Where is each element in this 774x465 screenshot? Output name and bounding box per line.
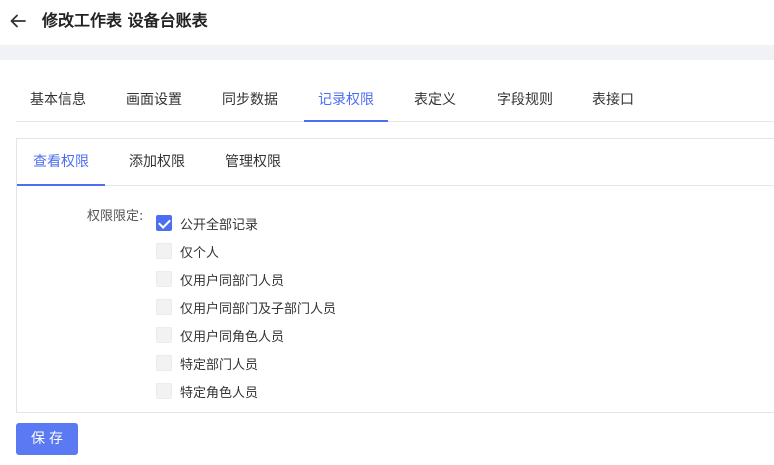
- option-label: 特定角色人员: [180, 385, 259, 401]
- tab-record-permissions[interactable]: 记录权限: [304, 80, 388, 122]
- tab-field-rules[interactable]: 字段规则: [483, 80, 567, 122]
- option-department-and-sub[interactable]: 仅用户同部门及子部门人员: [156, 298, 337, 317]
- option-label: 仅用户同部门人员: [180, 273, 285, 289]
- header-divider-band: [0, 45, 774, 60]
- checkbox[interactable]: [156, 299, 172, 315]
- option-label: 仅个人: [180, 245, 220, 261]
- checkbox[interactable]: [156, 243, 172, 259]
- back-arrow-icon[interactable]: [8, 11, 28, 31]
- tab-view-permission[interactable]: 查看权限: [17, 139, 105, 186]
- save-button[interactable]: 保存: [16, 423, 78, 455]
- checkbox[interactable]: [156, 327, 172, 343]
- tab-basic-info[interactable]: 基本信息: [16, 80, 100, 122]
- option-label: 特定部门人员: [180, 357, 259, 373]
- header: 修改工作表 设备台账表: [0, 0, 774, 45]
- option-specific-role[interactable]: 特定角色人员: [156, 382, 259, 401]
- tab-manage-permission[interactable]: 管理权限: [209, 139, 297, 186]
- option-label: 仅用户同部门及子部门人员: [180, 301, 337, 317]
- main-tab-bar: 基本信息 画面设置 同步数据 记录权限 表定义 字段规则 表接口: [16, 80, 774, 122]
- option-label: 公开全部记录: [180, 217, 259, 233]
- checkbox[interactable]: [156, 355, 172, 371]
- permission-scope-label: 权限限定:: [87, 209, 144, 224]
- tab-screen-settings[interactable]: 画面设置: [112, 80, 196, 122]
- checkbox[interactable]: [156, 271, 172, 287]
- option-specific-department[interactable]: 特定部门人员: [156, 354, 259, 373]
- tab-sync-data[interactable]: 同步数据: [208, 80, 292, 122]
- tab-table-interface[interactable]: 表接口: [578, 80, 648, 122]
- sub-tab-bar: 查看权限 添加权限 管理权限: [17, 139, 774, 186]
- option-same-role[interactable]: 仅用户同角色人员: [156, 326, 285, 345]
- option-same-department[interactable]: 仅用户同部门人员: [156, 270, 285, 289]
- page-title: 修改工作表 设备台账表: [42, 11, 208, 30]
- permission-subpanel: 查看权限 添加权限 管理权限: [16, 138, 774, 413]
- option-public-all-records[interactable]: 公开全部记录: [156, 214, 259, 233]
- checkbox[interactable]: [156, 383, 172, 399]
- tab-add-permission[interactable]: 添加权限: [113, 139, 201, 186]
- option-label: 仅用户同角色人员: [180, 329, 285, 345]
- tab-table-definition[interactable]: 表定义: [400, 80, 470, 122]
- option-personal-only[interactable]: 仅个人: [156, 242, 220, 261]
- checkbox[interactable]: [156, 215, 172, 231]
